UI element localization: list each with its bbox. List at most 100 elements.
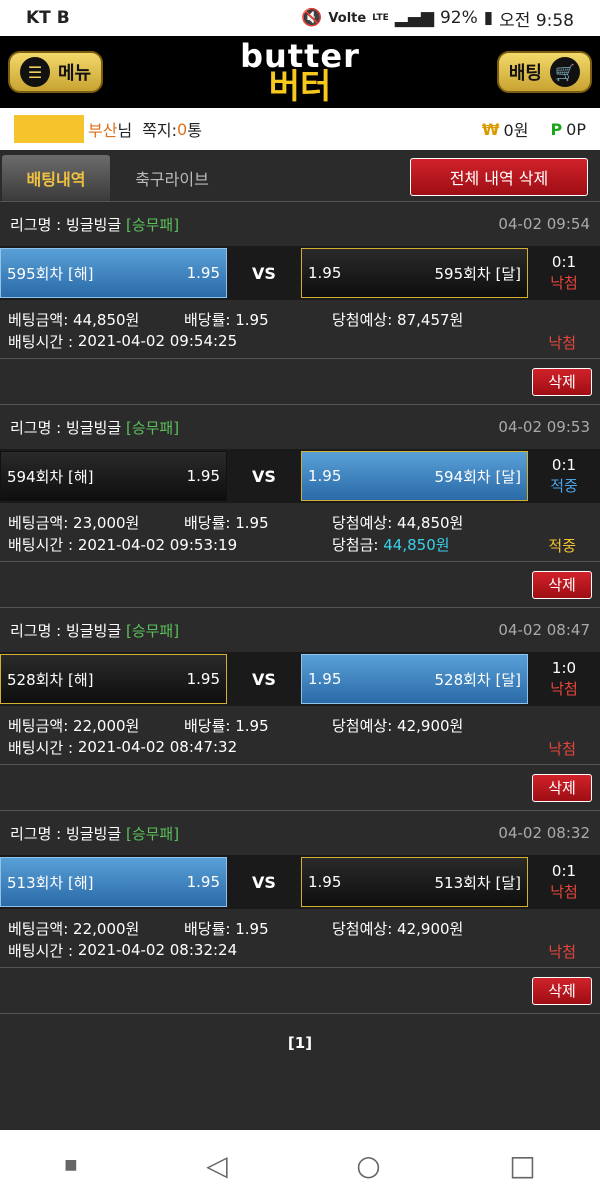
match-time: 04-02 08:32 — [498, 824, 590, 842]
result-status: 적중 — [548, 537, 576, 555]
bet-time-label: 배팅시간 : — [8, 332, 74, 351]
league-row: 리그명 : 빙글빙글 [승무패] 04-02 09:54 — [0, 202, 600, 246]
menu-icon: ☰ — [20, 57, 50, 87]
league-type: [승무패] — [125, 621, 180, 640]
back-icon[interactable]: ◁ — [206, 1149, 228, 1182]
league-row: 리그명 : 빙글빙글 [승무패] 04-02 09:53 — [0, 405, 600, 449]
bet-label: 배팅 — [508, 63, 542, 84]
logo[interactable]: butter 버터 — [240, 40, 360, 104]
point-icon: P — [550, 119, 563, 139]
delete-button[interactable]: 삭제 — [532, 773, 592, 802]
bet-card: 리그명 : 빙글빙글 [승무패] 04-02 09:53 594회차 [해] 1.… — [0, 405, 600, 608]
home-team-pick[interactable]: 528회차 [해] 1.95 — [0, 654, 227, 704]
score: 0:1 — [551, 253, 577, 271]
message-count[interactable]: 0 — [177, 120, 187, 139]
away-odds: 1.95 — [308, 873, 342, 891]
bet-time: 2021-04-02 09:54:25 — [77, 332, 238, 350]
bet-amount: 44,850원 — [73, 310, 140, 329]
battery-label: 92% — [439, 8, 478, 28]
bet-amount: 23,000원 — [73, 513, 140, 532]
result-status: 낙첨 — [548, 334, 576, 352]
result-status-top: 낙첨 — [550, 883, 578, 901]
match-row: 528회차 [해] 1.95 VS 1.95 528회차 [달] 1:0 낙첨 — [0, 652, 600, 706]
home-team-pick[interactable]: 594회차 [해] 1.95 — [0, 451, 227, 501]
overview-icon[interactable]: □ — [509, 1149, 535, 1182]
vs-label: VS — [252, 669, 276, 689]
bet-time: 2021-04-02 08:32:24 — [77, 941, 238, 959]
win-label: 당첨금: — [332, 535, 379, 554]
bet-card: 리그명 : 빙글빙글 [승무패] 04-02 09:54 595회차 [해] 1.… — [0, 202, 600, 405]
home-odds: 1.95 — [186, 467, 220, 485]
match-result: 0:1 낙첨 — [528, 252, 600, 294]
battery-icon: ▮ — [483, 8, 494, 28]
pagination: [1] — [0, 1014, 600, 1072]
status-bar: KT B 🔇 Volte LTE ▂▄▆ 92% ▮ 오전 9:58 — [0, 0, 600, 36]
away-team-name: 513회차 [달] — [434, 873, 521, 892]
vs-label: VS — [252, 872, 276, 892]
away-team-name: 595회차 [달] — [434, 264, 521, 283]
match-result: 0:1 적중 — [528, 455, 600, 497]
amount-label: 베팅금액: — [8, 716, 69, 735]
match-time: 04-02 08:47 — [498, 621, 590, 639]
odds-label: 배당률: — [184, 513, 231, 532]
league-label: 리그명 : 빙글빙글 — [10, 824, 122, 843]
mute-icon: 🔇 — [301, 8, 323, 28]
result-status: 낙첨 — [548, 943, 576, 961]
message-label[interactable]: 쪽지: — [142, 117, 177, 141]
tab-soccer-live[interactable]: 축구라이브 — [118, 155, 226, 201]
match-result: 1:0 낙첨 — [528, 658, 600, 700]
signal-icon: ▂▄▆ — [394, 8, 434, 28]
delete-button[interactable]: 삭제 — [532, 570, 592, 599]
bet-info: 베팅금액: 44,850원 배당률: 1.95 당첨예상: 87,457원 배팅시간… — [0, 300, 600, 358]
delete-all-button[interactable]: 전체 내역 삭제 — [410, 158, 588, 196]
league-row: 리그명 : 빙글빙글 [승무패] 04-02 08:47 — [0, 608, 600, 652]
bet-time-label: 배팅시간 : — [8, 941, 74, 960]
league-label: 리그명 : 빙글빙글 — [10, 215, 122, 234]
away-team-pick[interactable]: 1.95 528회차 [달] — [301, 654, 528, 704]
recent-apps-icon[interactable]: ■ — [64, 1157, 77, 1173]
result-status-top: 낙첨 — [550, 680, 578, 698]
vs-label: VS — [252, 466, 276, 486]
score: 0:1 — [551, 456, 577, 474]
home-team-pick[interactable]: 595회차 [해] 1.95 — [0, 248, 227, 298]
home-team-name: 528회차 [해] — [7, 670, 94, 689]
menu-button[interactable]: ☰ 메뉴 — [8, 51, 104, 93]
away-team-pick[interactable]: 1.95 513회차 [달] — [301, 857, 528, 907]
away-team-pick[interactable]: 1.95 594회차 [달] — [301, 451, 528, 501]
odds-value: 1.95 — [235, 513, 269, 532]
league-label: 리그명 : 빙글빙글 — [10, 418, 122, 437]
away-team-name: 594회차 [달] — [434, 467, 521, 486]
league-row: 리그명 : 빙글빙글 [승무패] 04-02 08:32 — [0, 811, 600, 855]
bet-time-label: 배팅시간 : — [8, 738, 74, 757]
home-odds: 1.95 — [186, 670, 220, 688]
away-team-pick[interactable]: 1.95 595회차 [달] — [301, 248, 528, 298]
match-time: 04-02 09:54 — [498, 215, 590, 233]
home-team-pick[interactable]: 513회차 [해] 1.95 — [0, 857, 227, 907]
system-nav-bar: ■ ◁ ○ □ — [0, 1130, 600, 1200]
away-odds: 1.95 — [308, 264, 342, 282]
menu-label: 메뉴 — [58, 63, 92, 84]
tab-betting-history[interactable]: 배팅내역 — [2, 155, 110, 201]
odds-label: 배당률: — [184, 716, 231, 735]
point-amount: 0P — [566, 119, 586, 139]
carrier-badge-icon: B — [56, 8, 70, 28]
win-amount: 44,850원 — [383, 535, 450, 554]
score: 0:1 — [551, 862, 577, 880]
delete-button[interactable]: 삭제 — [532, 976, 592, 1005]
message-unit: 통 — [187, 121, 202, 140]
money-amount: 0원 — [503, 121, 529, 140]
bet-time: 2021-04-02 08:47:32 — [77, 738, 238, 756]
amount-label: 베팅금액: — [8, 919, 69, 938]
app-header: ☰ 메뉴 butter 버터 배팅 🛒 — [0, 36, 600, 108]
page-link[interactable]: [1] — [288, 1034, 312, 1052]
league-type: [승무패] — [125, 824, 180, 843]
lte-label: LTE — [372, 13, 389, 23]
odds-value: 1.95 — [235, 919, 269, 938]
logo-ko: 버터 — [268, 67, 332, 107]
home-icon[interactable]: ○ — [356, 1149, 380, 1182]
bet-cart-button[interactable]: 배팅 🛒 — [496, 51, 592, 93]
delete-button[interactable]: 삭제 — [532, 367, 592, 396]
user-bar: 부산 님 쪽지: 0 통 ₩ 0원 P 0P — [0, 108, 600, 150]
won-icon: ₩ — [481, 119, 500, 139]
league-type: [승무패] — [125, 215, 180, 234]
